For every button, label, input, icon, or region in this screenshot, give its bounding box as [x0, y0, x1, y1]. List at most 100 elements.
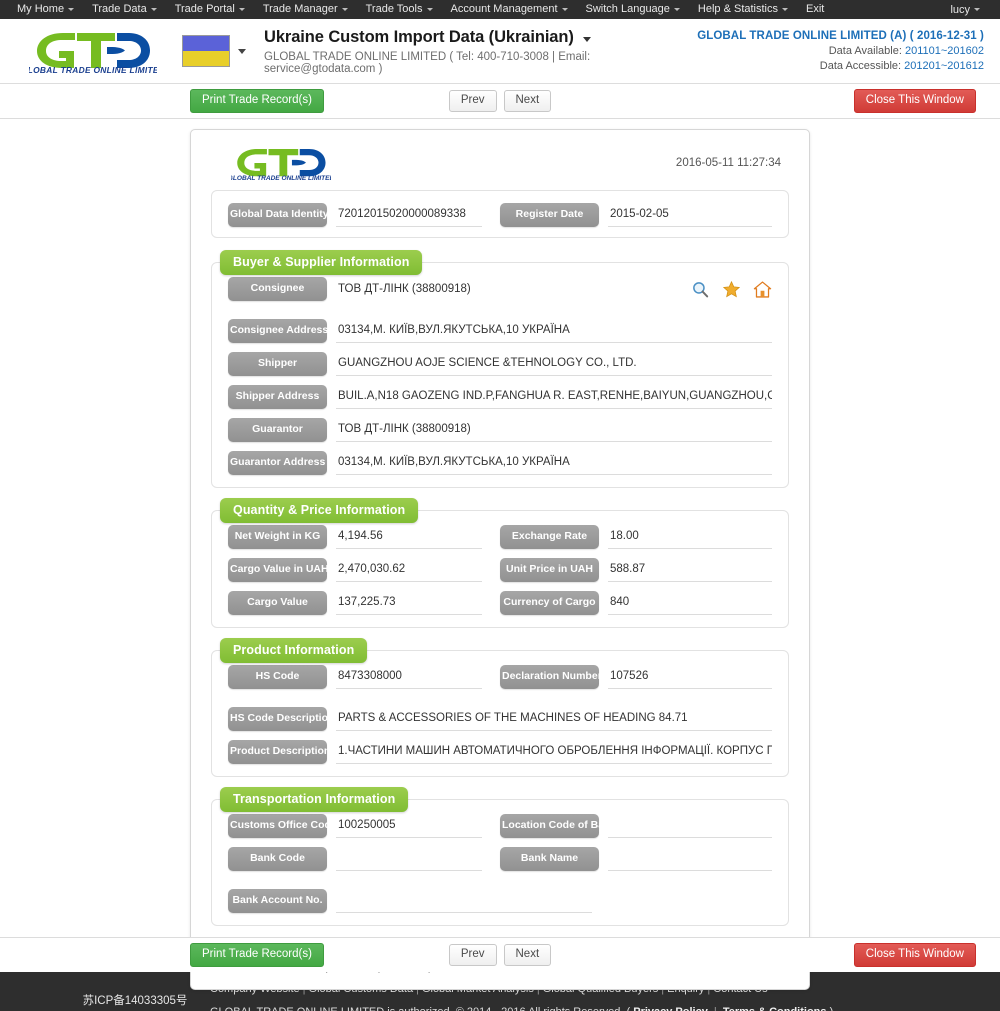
field-row: Net Weight in KG 4,194.56 Exchange Rate 18.… — [228, 525, 772, 550]
record-card-header: GLOBAL TRADE ONLINE LIMITED 2016-05-11 1… — [211, 140, 789, 190]
footer-copyright-line: GLOBAL TRADE ONLINE LIMITED is authorize… — [210, 1006, 833, 1011]
field-label: Product Description — [228, 740, 330, 765]
field-cell: Cargo Value 137,225.73 — [228, 591, 500, 616]
data-accessible-label: Data Accessible: — [819, 60, 902, 72]
field-label: Cargo Value — [228, 591, 327, 616]
nav-item-exit[interactable]: Exit — [797, 0, 833, 19]
field-cell: Bank Name — [500, 847, 772, 872]
field-value: 137,225.73 — [336, 594, 482, 616]
print-trade-records-button[interactable]: Print Trade Record(s) — [190, 88, 324, 114]
field-value: 840 — [608, 594, 772, 616]
field-label: HS Code Description — [228, 707, 334, 732]
pager-controls: Prev Next — [0, 89, 1000, 113]
nav-item-trade-portal[interactable]: Trade Portal — [166, 0, 254, 19]
buyer-supplier-fields: Consignee Address 03134,М. КИЇВ,ВУЛ.ЯКУТС… — [228, 319, 772, 476]
field-row: HS Code 8473308000 Declaration Number 10752… — [228, 665, 772, 690]
field-value: 107526 — [608, 668, 772, 690]
user-menu[interactable]: lucy — [950, 4, 992, 16]
field-cell: Declaration Number 107526 — [500, 665, 772, 690]
field-row: Bank Code Bank Name — [228, 847, 772, 872]
field-cell: Cargo Value in UAH 2,470,030.62 — [228, 558, 500, 583]
prev-button-bottom[interactable]: Prev — [448, 943, 497, 967]
quantity-price-block: Quantity & Price Information Net Weight … — [211, 498, 789, 629]
gto-logo[interactable]: GLOBAL TRADE ONLINE LIMITED — [18, 29, 168, 73]
next-button[interactable]: Next — [503, 89, 552, 113]
gto-logo-mark: GLOBAL TRADE ONLINE LIMITED — [231, 148, 331, 182]
field-label: Unit Price in UAH — [500, 558, 599, 583]
buyer-supplier-legend: Buyer & Supplier Information — [220, 250, 423, 276]
field-label: Bank Name — [500, 847, 599, 872]
field-row: Guarantor ТОВ ДТ-ЛІНК (38800918) — [228, 418, 772, 443]
trade-record-card: GLOBAL TRADE ONLINE LIMITED 2016-05-11 1… — [190, 129, 810, 991]
nav-item-account-management[interactable]: Account Management — [442, 0, 577, 19]
terms-conditions-link[interactable]: Terms & Conditions — [723, 1006, 827, 1011]
nav-item-trade-data[interactable]: Trade Data — [83, 0, 166, 19]
field-label: Customs Office Code — [228, 814, 337, 839]
field-value: 03134,М. КИЇВ,ВУЛ.ЯКУТСЬКА,10 УКРАЇНА — [336, 454, 772, 476]
pager-controls-bottom: Prev Next — [0, 943, 1000, 967]
field-label: Shipper Address — [228, 385, 327, 410]
copyright-text: GLOBAL TRADE ONLINE LIMITED is authorize… — [210, 1006, 630, 1011]
closing-paren: ) — [830, 1006, 834, 1011]
chevron-down-icon — [238, 7, 245, 11]
privacy-policy-link[interactable]: Privacy Policy — [633, 1006, 708, 1011]
field-row: Bank Account No. — [228, 889, 772, 914]
field-value — [336, 893, 592, 914]
home-icon[interactable] — [753, 280, 772, 299]
title-line: Ukraine Custom Import Data (Ukrainian) — [264, 28, 697, 47]
record-timestamp: 2016-05-11 11:27:34 — [675, 157, 781, 169]
product-block: Product Information HS Code 8473308000 Dec… — [211, 638, 789, 778]
top-navigation-bar: My Home Trade Data Trade Portal Trade Manag… — [0, 0, 1000, 19]
page-header: GLOBAL TRADE ONLINE LIMITED Ukraine Cust… — [0, 19, 1000, 84]
chevron-down-icon — [673, 7, 680, 11]
consignee-action-icons — [691, 280, 772, 301]
nav-item-trade-manager[interactable]: Trade Manager — [254, 0, 357, 19]
star-icon[interactable] — [722, 280, 741, 299]
nav-item-help-statistics[interactable]: Help & Statistics — [689, 0, 797, 19]
field-row: Shipper Address BUIL.A,N18 GAOZENG IND.P,… — [228, 385, 772, 410]
field-label: HS Code — [228, 665, 327, 690]
chevron-down-icon — [561, 7, 568, 11]
field-value — [608, 851, 772, 872]
field-row: Guarantor Address 03134,М. КИЇВ,ВУЛ.ЯКУТС… — [228, 451, 772, 476]
country-flag-selector[interactable] — [182, 35, 246, 67]
quantity-price-rows: Net Weight in KG 4,194.56 Exchange Rate 18.… — [228, 525, 772, 616]
field-label: Guarantor Address — [228, 451, 327, 476]
transportation-block: Transportation Information Customs Offic… — [211, 787, 789, 927]
prev-button[interactable]: Prev — [448, 89, 497, 113]
logo-tagline: GLOBAL TRADE ONLINE LIMITED — [231, 175, 331, 182]
field-value: PARTS & ACCESSORIES OF THE MACHINES OF H… — [336, 710, 772, 732]
field-value: GUANGZHOU AOJE SCIENCE &TEHNOLOGY CO., L… — [336, 355, 772, 377]
field-label: Register Date — [500, 203, 599, 228]
buyer-supplier-block: Buyer & Supplier Information Consignee Т… — [211, 250, 789, 489]
product-rows: HS Code 8473308000 Declaration Number 10752… — [228, 665, 772, 765]
chevron-down-icon[interactable] — [582, 36, 591, 42]
next-button-bottom[interactable]: Next — [503, 943, 552, 967]
nav-item-label: Trade Data — [92, 3, 147, 15]
chevron-down-icon — [238, 48, 246, 54]
nav-item-label: Switch Language — [585, 3, 670, 15]
quantity-price-legend: Quantity & Price Information — [220, 498, 419, 524]
bottom-toolbar: Print Trade Record(s) Prev Next Close Th… — [0, 937, 1000, 972]
gto-logo-mark: GLOBAL TRADE ONLINE LIMITED — [29, 33, 157, 73]
close-window-button-bottom[interactable]: Close This Window — [853, 942, 976, 968]
company-contact-line: GLOBAL TRADE ONLINE LIMITED ( Tel: 400-7… — [264, 50, 591, 75]
field-label: Net Weight in KG — [228, 525, 327, 550]
nav-item-trade-tools[interactable]: Trade Tools — [357, 0, 442, 19]
nav-item-label: Trade Portal — [174, 3, 235, 15]
nav-item-label: My Home — [17, 3, 65, 15]
account-info: GLOBAL TRADE ONLINE LIMITED (A) ( 2016-1… — [697, 30, 986, 72]
page-content-area: GLOBAL TRADE ONLINE LIMITED 2016-05-11 1… — [0, 119, 1000, 991]
identity-rows: Global Data Identity 72012015020000089338… — [228, 203, 772, 228]
print-trade-records-button-bottom[interactable]: Print Trade Record(s) — [190, 942, 324, 968]
field-label: Shipper — [228, 352, 327, 377]
nav-item-my-home[interactable]: My Home — [8, 0, 83, 19]
field-cell: Location Code of Bank — [500, 814, 772, 839]
nav-item-switch-language[interactable]: Switch Language — [577, 0, 689, 19]
chevron-down-icon — [974, 8, 980, 12]
transportation-legend: Transportation Information — [220, 787, 409, 813]
close-window-button[interactable]: Close This Window — [853, 88, 976, 114]
chevron-down-icon — [68, 7, 75, 11]
consignee-row: Consignee ТОВ ДТ-ЛІНК (38800918) — [228, 277, 772, 302]
search-icon[interactable] — [691, 280, 710, 299]
